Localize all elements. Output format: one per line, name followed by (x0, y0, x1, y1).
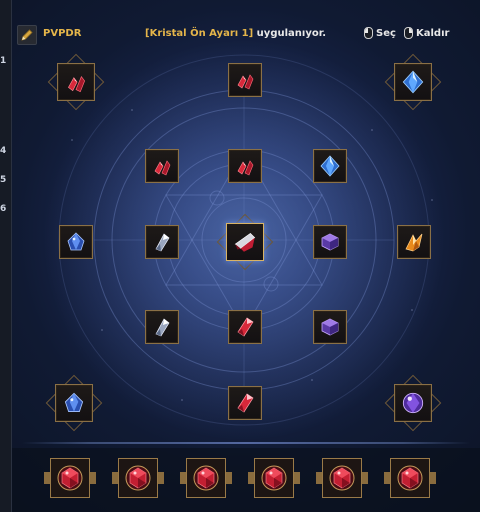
gem-slot-4[interactable] (248, 458, 300, 498)
slot-wing-ornament (44, 472, 50, 484)
remove-hint: Kaldır (404, 27, 449, 39)
left-mouse-icon (364, 27, 373, 39)
red-crystal-icon (237, 393, 254, 413)
status-preset-label: [Kristal Ön Ayarı 1] (145, 28, 254, 39)
red-shard-pair-icon (237, 160, 254, 176)
header-bar: PVPDR [Kristal Ön Ayarı 1] uygulanıyor. … (12, 20, 480, 50)
gem-slot-6[interactable] (384, 458, 436, 498)
gem-slot-2[interactable] (112, 458, 164, 498)
red-ruby-icon (329, 465, 355, 491)
slot-wing-ornament (180, 472, 186, 484)
gem-slot-5[interactable] (316, 458, 368, 498)
slot-wing-ornament (226, 472, 232, 484)
silver-shard-icon (155, 318, 170, 337)
slot-row2-left[interactable] (145, 149, 179, 183)
gem-slot-row (12, 448, 480, 512)
select-hint-label: Seç (376, 27, 396, 39)
pencil-icon (21, 29, 33, 41)
blue-crystal-icon (402, 70, 424, 94)
strip-number: 4 (0, 146, 7, 156)
red-shard-pair-icon (68, 75, 85, 93)
slot-row4-left[interactable] (145, 310, 179, 344)
red-ruby-icon (125, 465, 151, 491)
red-ruby-icon (261, 465, 287, 491)
slot-mid-far-left[interactable] (59, 225, 93, 259)
gem-slot-3[interactable] (180, 458, 232, 498)
slot-mid-far-right[interactable] (397, 225, 431, 259)
slot-wing-ornament (294, 472, 300, 484)
slot-wing-ornament (430, 472, 436, 484)
red-ruby-icon (193, 465, 219, 491)
orange-crystal-icon (405, 233, 423, 252)
slot-row2-right[interactable] (313, 149, 347, 183)
status-text: [Kristal Ön Ayarı 1] uygulanıyor. (145, 28, 326, 39)
purple-hex-icon (321, 318, 339, 336)
strip-number: 6 (0, 204, 7, 214)
gem-slot-1[interactable] (44, 458, 96, 498)
slot-bottom-center[interactable] (228, 386, 262, 420)
section-divider (22, 442, 470, 444)
slot-wing-ornament (248, 472, 254, 484)
purple-hex-icon (321, 233, 339, 251)
slot-mid-left[interactable] (145, 225, 179, 259)
slot-wing-ornament (90, 472, 96, 484)
blue-crystal-icon (320, 155, 340, 177)
edit-preset-button[interactable] (17, 25, 37, 45)
slot-top-right[interactable] (394, 63, 432, 101)
blue-sapphire-icon (64, 392, 84, 413)
purple-orb-icon (402, 392, 424, 414)
slot-row2-center[interactable] (228, 149, 262, 183)
red-silver-shard-icon (234, 232, 256, 252)
slot-wing-ornament (384, 472, 390, 484)
select-hint: Seç (364, 27, 396, 39)
strip-number: 5 (0, 175, 7, 185)
slot-wing-ornament (316, 472, 322, 484)
status-suffix: uygulanıyor. (253, 28, 327, 39)
slot-center[interactable] (226, 223, 264, 261)
slot-wing-ornament (158, 472, 164, 484)
left-side-strip: 1 4 5 6 (0, 0, 12, 512)
strip-number: 1 (0, 56, 7, 66)
red-shard-pair-icon (237, 74, 254, 90)
red-ruby-icon (397, 465, 423, 491)
slot-wing-ornament (112, 472, 118, 484)
red-shard-pair-icon (154, 160, 171, 176)
slot-wing-ornament (362, 472, 368, 484)
slot-row4-center[interactable] (228, 310, 262, 344)
silver-shard-icon (155, 233, 170, 252)
slot-top-center[interactable] (228, 63, 262, 97)
right-mouse-icon (404, 27, 413, 39)
red-ruby-icon (57, 465, 83, 491)
slot-mid-right[interactable] (313, 225, 347, 259)
slot-bottom-right[interactable] (394, 384, 432, 422)
slot-top-left[interactable] (57, 63, 95, 101)
crystal-panel: PVPDR [Kristal Ön Ayarı 1] uygulanıyor. … (12, 0, 480, 512)
slot-bottom-left[interactable] (55, 384, 93, 422)
slot-row4-right[interactable] (313, 310, 347, 344)
remove-hint-label: Kaldır (416, 27, 450, 39)
preset-name: PVPDR (43, 28, 82, 39)
blue-sapphire-icon (67, 232, 85, 251)
red-crystal-icon (237, 317, 254, 337)
